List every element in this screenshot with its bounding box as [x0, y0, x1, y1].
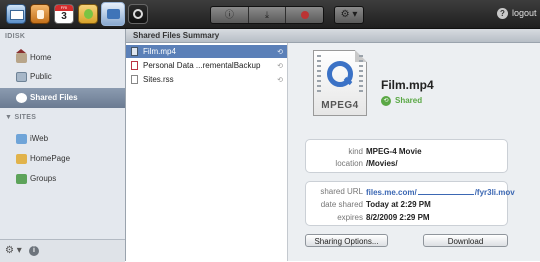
info-icon: ⓘ	[224, 9, 234, 20]
shared-status-label: Shared	[395, 96, 423, 105]
mail-icon[interactable]	[6, 4, 26, 24]
shared-url-label: shared URL	[320, 187, 363, 196]
location-value: /Movies/	[366, 159, 398, 168]
file-name: Film.mp4	[143, 47, 176, 56]
expires-value: 8/2/2009 2:29 PM	[366, 213, 430, 222]
download-icon: ⤓	[265, 9, 269, 20]
help-icon[interactable]: ?	[497, 8, 508, 19]
delete-icon	[300, 11, 309, 19]
action-menu-button[interactable]: ⚙ ▾	[334, 6, 364, 24]
file-info-box: kind MPEG-4 Movie location /Movies/	[305, 139, 508, 173]
find-my-iphone-icon[interactable]	[128, 4, 148, 24]
shared-icon	[16, 93, 27, 103]
idisk-icon[interactable]	[101, 2, 125, 26]
info-button[interactable]: ⓘ	[211, 7, 249, 23]
sidebar-item-shared-files[interactable]: Shared Files	[0, 88, 125, 108]
sidebar-item-label: HomePage	[30, 154, 71, 163]
movie-file-icon	[131, 47, 138, 56]
file-type-label: MPEG4	[321, 100, 359, 111]
sidebar: IDISK Home Public Shared Files ▼ SITES i…	[0, 29, 126, 262]
sidebar-section-idisk: IDISK	[5, 33, 26, 40]
groups-icon	[16, 174, 27, 184]
sidebar-item-label: Public	[30, 72, 52, 81]
list-item[interactable]: Film.mp4 ⟲	[126, 45, 287, 58]
file-name: Personal Data ...rementalBackup	[143, 61, 261, 70]
detail-file-title: Film.mp4	[381, 78, 434, 92]
file-name: Sites.rss	[143, 75, 174, 84]
public-folder-icon	[16, 72, 27, 82]
calendar-day: 3	[61, 11, 67, 22]
sidebar-footer: ⚙ ▾ i	[0, 239, 125, 262]
file-actions-group: ⓘ ⤓	[210, 6, 324, 24]
shared-status-icon: ⟲	[381, 96, 391, 106]
sharing-options-button[interactable]: Sharing Options...	[305, 234, 388, 247]
sharing-info-box: shared URL files.me.com//fyr3li.mov date…	[305, 181, 515, 226]
sidebar-item-homepage[interactable]: HomePage	[0, 149, 125, 169]
gallery-icon[interactable]	[78, 4, 98, 24]
list-item[interactable]: Personal Data ...rementalBackup ⟲	[126, 59, 287, 72]
document-file-icon	[131, 75, 138, 84]
download-file-button[interactable]: Download	[423, 234, 508, 247]
sidebar-item-label: Shared Files	[30, 93, 78, 102]
file-list: Film.mp4 ⟲ Personal Data ...rementalBack…	[126, 43, 288, 261]
download-button[interactable]: ⤓	[249, 7, 287, 23]
location-label: location	[335, 159, 363, 168]
logout-link[interactable]: logout	[512, 8, 537, 19]
shared-indicator-icon: ⟲	[277, 63, 283, 70]
sidebar-item-groups[interactable]: Groups	[0, 169, 125, 189]
calendar-icon[interactable]: FRI 3	[54, 4, 74, 24]
shared-files-header: Shared Files Summary	[126, 29, 540, 43]
home-icon	[16, 49, 27, 63]
gear-icon[interactable]: ⚙ ▾	[5, 245, 22, 256]
pdf-file-icon	[131, 61, 138, 70]
expires-label: expires	[337, 213, 363, 222]
mpeg4-file-icon: MPEG4	[313, 50, 367, 116]
info-icon[interactable]: i	[29, 246, 39, 256]
date-shared-label: date shared	[320, 200, 363, 209]
sidebar-item-public[interactable]: Public	[0, 67, 125, 87]
list-item[interactable]: Sites.rss ⟲	[126, 73, 287, 86]
iweb-icon	[16, 134, 27, 144]
homepage-icon	[16, 154, 27, 164]
shared-indicator-icon: ⟲	[277, 77, 283, 84]
sidebar-item-label: Home	[30, 53, 52, 62]
shared-indicator-icon: ⟲	[277, 49, 283, 56]
shared-url-link[interactable]: files.me.com//fyr3li.mov	[366, 186, 515, 198]
quicktime-icon	[327, 61, 353, 87]
kind-label: kind	[348, 147, 363, 156]
kind-value: MPEG-4 Movie	[366, 147, 422, 156]
sidebar-item-label: Groups	[30, 174, 57, 183]
sidebar-section-sites[interactable]: ▼ SITES	[5, 114, 36, 121]
sidebar-item-iweb[interactable]: iWeb	[0, 129, 125, 149]
date-shared-value: Today at 2:29 PM	[366, 200, 431, 209]
page-title: Shared Files Summary	[133, 31, 220, 40]
sidebar-item-home[interactable]: Home	[0, 48, 125, 68]
top-toolbar: FRI 3 ⓘ ⤓ ⚙ ▾ ? logout	[0, 0, 540, 29]
delete-button[interactable]	[286, 7, 323, 23]
contacts-icon[interactable]	[30, 4, 50, 24]
sidebar-item-label: iWeb	[30, 134, 49, 143]
